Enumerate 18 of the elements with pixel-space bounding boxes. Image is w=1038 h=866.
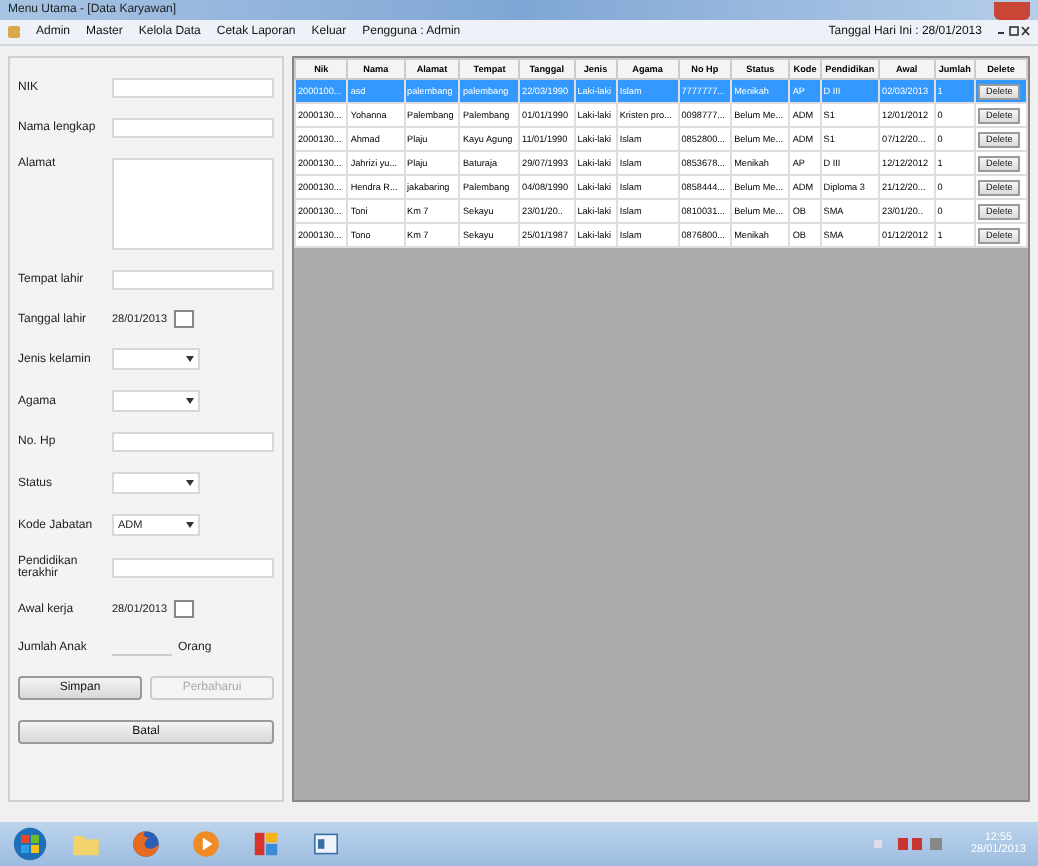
input-field[interactable] bbox=[112, 118, 274, 138]
input-field[interactable] bbox=[112, 78, 274, 98]
input-field[interactable] bbox=[112, 558, 274, 578]
app-icon bbox=[8, 26, 20, 38]
caret-icon bbox=[186, 522, 194, 528]
caret-icon bbox=[186, 398, 194, 404]
dropdown[interactable] bbox=[112, 472, 200, 494]
calendar-icon[interactable] bbox=[173, 600, 194, 618]
window-controls-icon[interactable] bbox=[998, 26, 1030, 38]
caret-icon bbox=[186, 356, 194, 362]
calendar-icon[interactable] bbox=[173, 310, 194, 328]
dropdown[interactable] bbox=[112, 390, 200, 412]
dropdown[interactable] bbox=[112, 348, 200, 370]
input-field[interactable] bbox=[112, 432, 274, 452]
input-field[interactable] bbox=[112, 270, 274, 290]
text-area[interactable] bbox=[112, 158, 274, 250]
caret-icon bbox=[186, 480, 194, 486]
start-icon[interactable] bbox=[12, 826, 48, 862]
